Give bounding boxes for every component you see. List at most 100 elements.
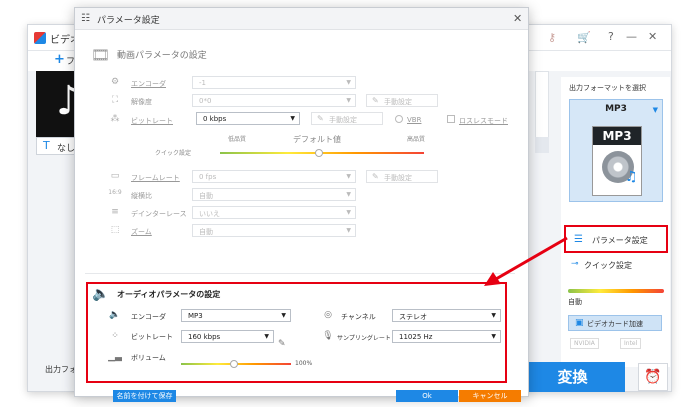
add-file-icon[interactable]: + — [54, 52, 65, 67]
format-card[interactable]: MP3 ▼ MP3 ♫ — [569, 99, 663, 202]
audio-bitrate-label: ビットレート — [131, 333, 173, 341]
framerate-value: 0 fps — [199, 173, 217, 181]
video-encoder-select[interactable]: -1 ▼ — [192, 76, 356, 89]
cancel-button[interactable]: キャンセル — [459, 390, 521, 402]
format-name: MP3 — [605, 104, 627, 114]
framerate-manual-button[interactable]: ✎ 手動設定 — [366, 170, 438, 183]
samplerate-value: 11025 Hz — [399, 333, 433, 341]
lossless-checkbox[interactable] — [447, 115, 455, 123]
gpu-acceleration-label: ビデオカード加速 — [587, 320, 643, 328]
samplerate-select[interactable]: 11025 Hz ▼ — [392, 330, 501, 343]
encoder-icon: ⚙ — [110, 77, 120, 87]
video-encoder-value: -1 — [199, 79, 206, 87]
dialog-title: パラメータ設定 — [97, 16, 160, 26]
dropdown-arrow-icon[interactable]: ▼ — [653, 106, 658, 114]
quick-quality-knob[interactable] — [315, 149, 323, 157]
screen: ビデオ ⚷ 🛒 ? — ✕ + フ ♪ T なし 出力フォル 出力フォーマットを… — [0, 0, 700, 407]
music-note-icon: ♫ — [625, 169, 638, 185]
help-icon[interactable]: ? — [608, 30, 614, 43]
video-section-title: 動画パラメータの設定 — [117, 51, 207, 61]
zoom-icon: ⬚ — [110, 225, 120, 235]
low-quality-label: 低品質 — [228, 136, 247, 143]
sliders-icon: ☰ — [574, 234, 583, 245]
aspect-ratio-select[interactable]: 自動 ▼ — [192, 188, 356, 201]
deinterlace-select[interactable]: いいえ ▼ — [192, 206, 356, 219]
subtitle-value: なし — [57, 144, 76, 154]
channel-value: ステレオ — [399, 313, 427, 321]
slider-icon: ⊸ — [571, 259, 579, 269]
pencil-icon: ✎ — [317, 114, 324, 123]
framerate-icon: ▭ — [110, 171, 120, 181]
mp3-format-icon: MP3 ♫ — [592, 126, 642, 196]
cart-icon[interactable]: 🛒 — [577, 31, 591, 44]
audio-encoder-select[interactable]: MP3 ▼ — [181, 309, 291, 322]
quick-setting-label: クイック設定 — [155, 150, 192, 157]
video-bitrate-value: 0 kbps — [203, 115, 227, 123]
nvidia-badge: NVIDIA — [570, 338, 599, 349]
quality-slider[interactable] — [568, 289, 664, 293]
resolution-manual-button[interactable]: ✎ 手動設定 — [366, 94, 438, 107]
deinterlace-label: デインターレース — [131, 210, 187, 218]
volume-knob[interactable] — [230, 360, 238, 368]
vbr-radio[interactable] — [395, 115, 403, 123]
bitrate-dots-icon: ⁘ — [111, 331, 119, 341]
bitrate-manual-label: 手動設定 — [329, 116, 357, 124]
bitrate-icon: ⁂ — [110, 114, 120, 124]
chevron-down-icon: ▼ — [290, 115, 295, 122]
vbr-label: VBR — [407, 116, 422, 124]
samplerate-label: サンプリングレート — [337, 335, 391, 342]
framerate-select[interactable]: 0 fps ▼ — [192, 170, 356, 183]
dialog-header: ☷ パラメータ設定 ✕ — [75, 8, 528, 30]
channel-select[interactable]: ステレオ ▼ — [392, 309, 501, 322]
video-bitrate-select[interactable]: 0 kbps ▼ — [196, 112, 300, 125]
channel-label: チャンネル — [341, 313, 376, 321]
chevron-down-icon: ▼ — [281, 312, 286, 319]
close-icon[interactable]: ✕ — [648, 30, 657, 43]
minimize-icon[interactable]: — — [626, 30, 637, 43]
audio-section-title: オーディオパラメータの設定 — [117, 290, 221, 299]
settings-icon: ☷ — [81, 13, 90, 24]
chevron-down-icon: ▼ — [346, 191, 351, 198]
parameter-settings-button[interactable]: ☰ パラメータ設定 — [564, 225, 668, 253]
alarm-clock-icon[interactable]: ⏰ — [638, 363, 668, 391]
microphone-icon: 🎙 — [322, 331, 334, 341]
chevron-down-icon: ▼ — [346, 173, 351, 180]
deinterlace-value: いいえ — [199, 210, 220, 218]
parameter-settings-label: パラメータ設定 — [592, 236, 648, 245]
quick-settings-button[interactable]: ⊸ クイック設定 — [571, 259, 666, 273]
resolution-manual-label: 手動設定 — [384, 98, 412, 106]
audio-settings-icon: 🔈 — [92, 286, 110, 302]
format-badge: MP3 — [593, 127, 641, 145]
audio-encoder-label: エンコーダ — [131, 313, 166, 321]
gpu-acceleration-toggle[interactable]: ▣ ビデオカード加速 — [568, 315, 662, 331]
chevron-down-icon: ▼ — [491, 333, 496, 340]
audio-bitrate-value: 160 kbps — [188, 333, 221, 341]
resolution-select[interactable]: 0*0 ▼ — [192, 94, 356, 107]
chevron-down-icon: ▼ — [346, 79, 351, 86]
zoom-select[interactable]: 自動 ▼ — [192, 224, 356, 237]
chevron-down-icon: ▼ — [491, 312, 496, 319]
volume-percent: 100% — [295, 360, 313, 367]
framerate-manual-label: 手動設定 — [384, 174, 412, 182]
lossless-label: ロスレスモード — [459, 117, 508, 125]
pencil-icon[interactable]: ✎ — [278, 339, 286, 349]
chevron-down-icon: ▼ — [264, 333, 269, 340]
text-icon: T — [43, 139, 50, 152]
dialog-close-icon[interactable]: ✕ — [513, 12, 522, 25]
ok-button[interactable]: Ok — [396, 390, 458, 402]
deinterlace-icon: ≡ — [111, 207, 119, 217]
high-quality-label: 高品質 — [407, 136, 426, 143]
key-icon[interactable]: ⚷ — [548, 31, 556, 44]
channel-icon: ◎ — [324, 310, 332, 320]
video-bitrate-label: ビットレート — [131, 117, 173, 125]
bitrate-manual-button[interactable]: ✎ 手動設定 — [311, 112, 383, 125]
audio-encoder-value: MP3 — [188, 312, 203, 320]
app-logo-icon — [34, 32, 46, 44]
volume-label: ボリューム — [131, 354, 166, 362]
audio-bitrate-select[interactable]: 160 kbps ▼ — [181, 330, 274, 343]
resolution-icon: ⛶ — [111, 95, 119, 105]
convert-button[interactable]: 変換 — [520, 362, 625, 392]
quality-auto-label: 自動 — [568, 298, 582, 306]
save-as-button[interactable]: 名前を付けて保存 — [113, 390, 176, 402]
zoom-value: 自動 — [199, 228, 213, 236]
